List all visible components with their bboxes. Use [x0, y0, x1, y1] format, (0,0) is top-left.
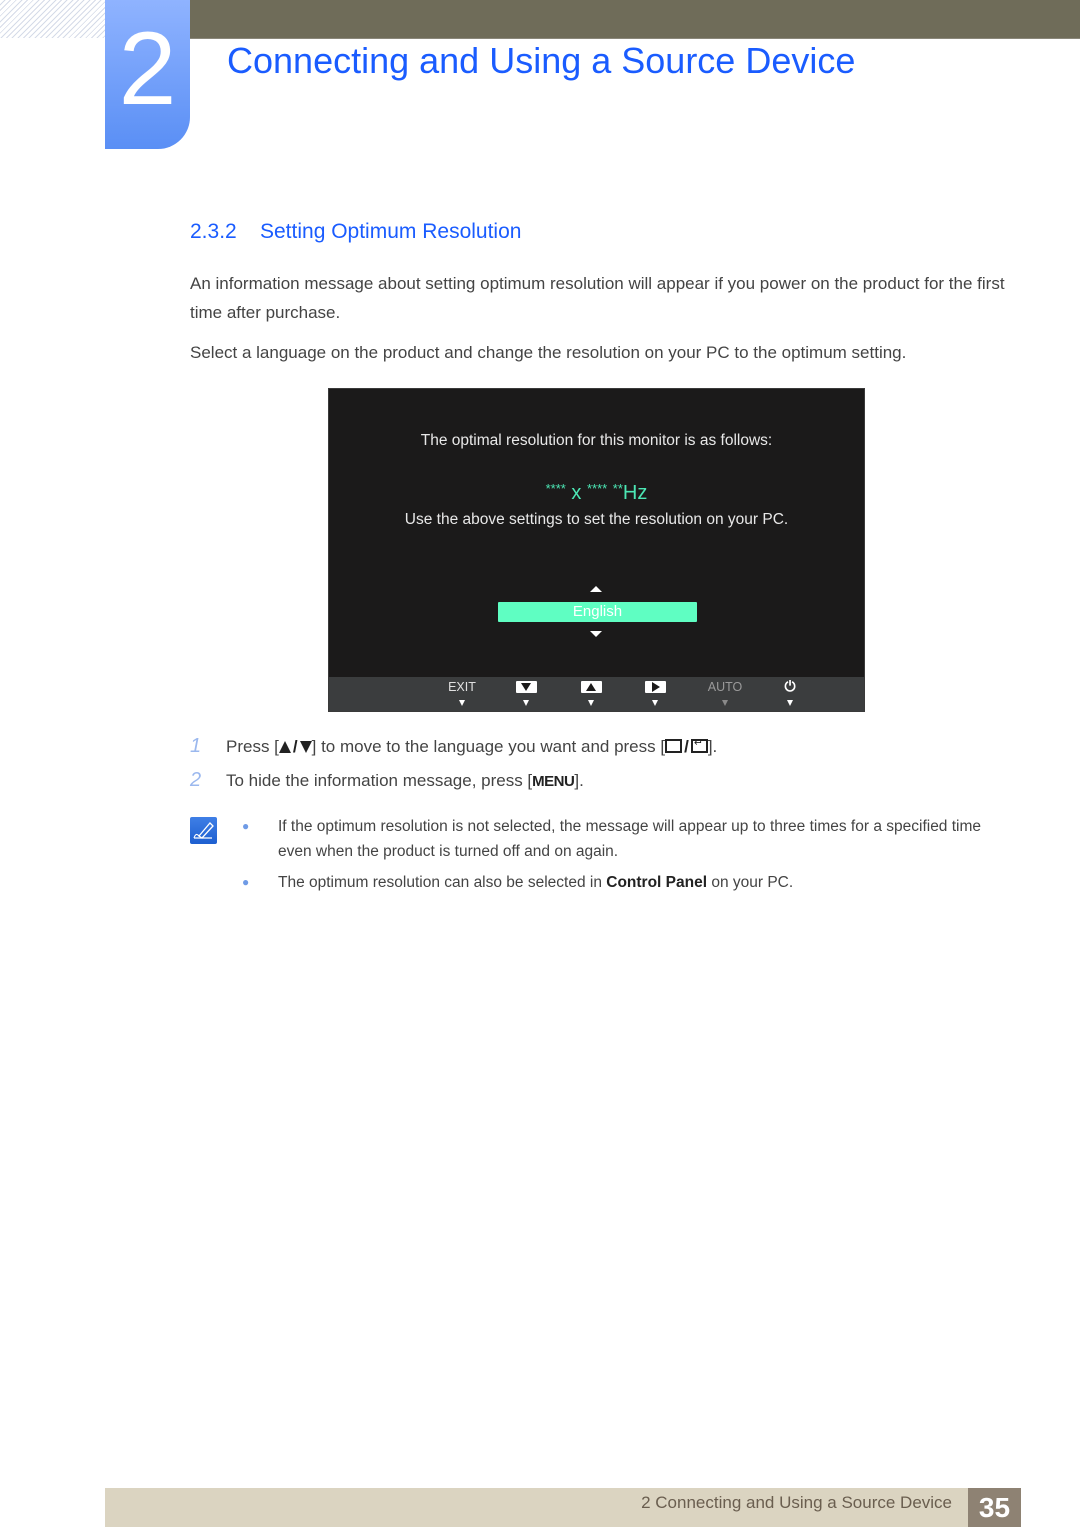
bullet-icon: ● — [242, 875, 250, 889]
right-arrow-key-icon — [645, 681, 666, 693]
menu-key-label: MENU — [532, 773, 575, 790]
note-text: The optimum resolution can also be selec… — [278, 874, 607, 891]
note-pen-icon — [190, 817, 217, 844]
button-pointer-icon — [588, 700, 594, 706]
language-up-arrow-icon[interactable] — [590, 586, 602, 592]
osd-res-x: x — [571, 482, 582, 504]
intro-paragraph: An information message about setting opt… — [190, 274, 1005, 322]
button-pointer-icon — [722, 700, 728, 706]
osd-right-button[interactable] — [635, 677, 675, 711]
step-1: 1 Press [/] to move to the language you w… — [190, 735, 717, 758]
chapter-title: Connecting and Using a Source Device — [227, 40, 856, 81]
step-text: Press [ — [226, 737, 279, 756]
page-number: 35 — [968, 1488, 1021, 1527]
enter-button-icon — [690, 736, 708, 753]
osd-res-height: **** — [586, 481, 608, 496]
note-item: ● The optimum resolution can also be sel… — [242, 870, 1013, 895]
osd-message-line1: The optimal resolution for this monitor … — [420, 432, 773, 449]
language-selector[interactable]: English — [498, 602, 697, 622]
header-hatch-decoration — [0, 0, 105, 38]
step-text: To hide the information message, press [ — [226, 771, 533, 790]
step-2: 2 To hide the information message, press … — [190, 769, 584, 792]
up-arrow-icon — [278, 741, 291, 753]
language-down-arrow-icon[interactable] — [590, 631, 602, 637]
instruction-paragraph: Select a language on the product and cha… — [190, 343, 907, 362]
section-number: 2.3.2 — [190, 220, 237, 243]
down-arrow-icon — [299, 741, 312, 753]
step-text: ]. — [707, 737, 718, 756]
osd-res-hz: Hz — [622, 482, 648, 504]
osd-power-button[interactable]: ⏻ — [770, 677, 810, 711]
section-title: Setting Optimum Resolution — [260, 220, 522, 243]
note-text: If the optimum resolution is not selecte… — [278, 818, 982, 860]
osd-up-button[interactable] — [571, 677, 611, 711]
osd-message-line2: Use the above settings to set the resolu… — [404, 511, 789, 528]
osd-button-bar: EXIT AUTO ⏻ — [329, 677, 864, 711]
step-text: ]. — [574, 771, 584, 790]
osd-screenshot: The optimal resolution for this monitor … — [328, 388, 865, 712]
button-pointer-icon — [787, 700, 793, 706]
down-arrow-key-icon — [516, 681, 537, 693]
bullet-icon: ● — [242, 819, 250, 833]
section-heading: 2.3.2 Setting Optimum Resolution — [190, 220, 521, 244]
step-text: ] to move to the language you want and p… — [311, 737, 666, 756]
osd-res-width: **** — [545, 481, 566, 496]
osd-auto-button[interactable]: AUTO — [705, 677, 745, 711]
button-pointer-icon — [523, 700, 529, 706]
note-item: ● If the optimum resolution is not selec… — [242, 814, 1013, 864]
osd-down-button[interactable] — [506, 677, 546, 711]
up-arrow-key-icon — [581, 681, 602, 693]
chapter-number-tab: 2 — [105, 0, 190, 149]
osd-exit-button[interactable]: EXIT — [442, 677, 482, 711]
power-icon: ⏻ — [784, 678, 796, 694]
note-text: on your PC. — [707, 874, 794, 891]
button-pointer-icon — [652, 700, 658, 706]
osd-res-rate: ** — [612, 481, 623, 496]
osd-auto-label: AUTO — [707, 680, 743, 694]
footer-chapter-title: 2 Connecting and Using a Source Device — [641, 1493, 952, 1512]
control-panel-term: Control Panel — [606, 874, 708, 891]
source-button-icon — [665, 739, 683, 753]
step-number: 2 — [190, 769, 202, 791]
osd-resolution: **** x **** **Hz — [329, 481, 864, 505]
button-pointer-icon — [459, 700, 465, 706]
osd-exit-label: EXIT — [448, 680, 476, 694]
step-number: 1 — [190, 735, 202, 757]
header-bar — [190, 0, 1080, 39]
